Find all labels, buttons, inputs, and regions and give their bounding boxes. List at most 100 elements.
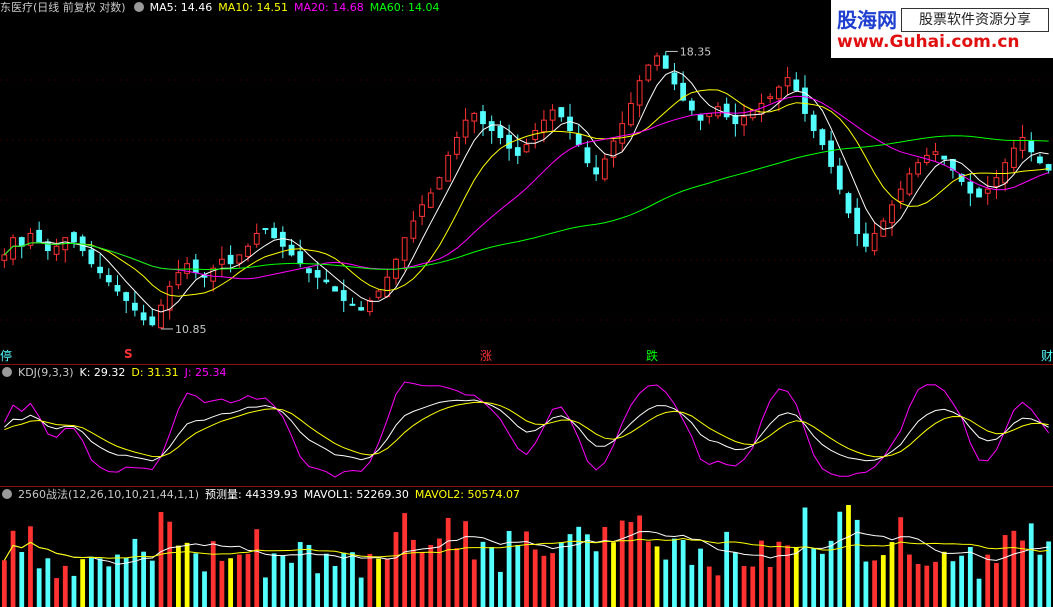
signal-down: 跌 <box>646 349 659 363</box>
volume-bar <box>985 554 991 607</box>
volume-bar <box>54 578 59 607</box>
logo-slogan: 股票软件资源分享 <box>901 8 1049 32</box>
candle-body <box>1002 162 1009 184</box>
kdj-k: K: 29.32 <box>79 366 126 379</box>
volume-bar <box>402 513 408 607</box>
candle-body <box>297 251 304 265</box>
volume-bar <box>263 577 268 607</box>
volume-bar <box>219 560 225 607</box>
ma20-label: MA20: 14.68 <box>294 1 364 14</box>
volume-bar <box>1002 535 1008 607</box>
volume-bar <box>254 529 260 607</box>
vol-forecast: 预测量: 44339.93 <box>205 488 298 501</box>
kdj-k-line <box>4 399 1049 462</box>
volume-bar <box>228 558 234 607</box>
candle-body <box>541 119 547 133</box>
candle-body <box>932 151 939 155</box>
volume-bar <box>698 548 703 607</box>
volume-bar <box>323 553 329 607</box>
volume-bar <box>167 521 173 607</box>
ma20-line <box>4 95 1049 280</box>
candle-body <box>662 55 669 69</box>
candle-body <box>810 114 817 132</box>
volume-bar <box>959 555 965 607</box>
chevron-down-icon[interactable] <box>2 367 12 377</box>
candle-body <box>558 107 565 118</box>
volume-bar <box>10 530 16 607</box>
candle-body <box>828 140 834 167</box>
volume-bar <box>976 578 982 607</box>
candle-body <box>532 130 539 140</box>
volume-bar <box>741 566 747 607</box>
vol-mavol1: MAVOL1: 52269.30 <box>303 488 409 501</box>
volume-bar <box>123 557 129 607</box>
volume-bar <box>567 534 573 607</box>
chevron-down-icon[interactable] <box>133 2 144 12</box>
volume-bar <box>19 551 25 607</box>
guhai-logo[interactable]: 股海网 股票软件资源分享 www.Guhai.com.cn <box>831 0 1053 58</box>
volume-bar <box>1037 554 1043 607</box>
candle-body <box>697 114 704 121</box>
candle-body <box>628 102 634 126</box>
volume-bar <box>454 548 460 607</box>
volume-bar <box>793 547 799 607</box>
main-chart-header: 东医疗(日线 前复权 对数) MA5: 14.46 MA10: 14.51 MA20:… <box>0 0 445 16</box>
volume-bar <box>576 526 582 607</box>
volume-bar <box>202 571 207 607</box>
volume-bar <box>158 511 164 607</box>
candle-body <box>306 268 312 274</box>
candle-body <box>71 232 77 243</box>
volume-bar <box>315 573 321 607</box>
candle-body <box>836 165 843 190</box>
volume-bar <box>306 544 312 607</box>
volume-bar <box>1020 540 1025 607</box>
candle-body <box>453 136 460 155</box>
candle-body <box>601 158 608 180</box>
volume-bar <box>1011 530 1017 607</box>
volume-bar <box>941 551 947 607</box>
volume-bar <box>289 562 294 607</box>
volume-bar <box>645 541 651 607</box>
kdj-name: KDJ(9,3,3) <box>18 366 74 379</box>
volume-bar <box>1046 541 1052 607</box>
volume-bar <box>863 561 869 607</box>
volume-bar <box>619 520 625 607</box>
ma5-label: MA5: 14.46 <box>149 1 213 14</box>
volume-bar <box>210 541 216 607</box>
candle-body <box>514 147 521 156</box>
volume-bar <box>28 526 33 607</box>
volume-bar <box>819 553 825 607</box>
volume-bar <box>297 542 303 607</box>
candle-body <box>732 114 739 125</box>
volume-bar <box>706 566 712 607</box>
candle-body <box>427 192 434 208</box>
candle-body <box>802 87 808 114</box>
kdj-d-line <box>4 401 1049 458</box>
candle-body <box>871 232 878 252</box>
volume-bar <box>602 526 608 607</box>
volume-bar <box>724 531 730 607</box>
volume-bar <box>541 555 547 607</box>
candle-body <box>149 316 156 326</box>
volume-bar <box>872 560 877 607</box>
volume-bar <box>393 532 399 607</box>
candle-body <box>419 204 425 217</box>
chevron-down-icon[interactable] <box>2 489 12 499</box>
volume-bar <box>497 571 503 607</box>
volume-bar <box>924 565 930 607</box>
ma10-line <box>4 89 1049 297</box>
low-price-label: 10.85 <box>175 323 207 336</box>
candle-body <box>253 232 260 245</box>
signal-up: 涨 <box>480 349 493 363</box>
volume-bar <box>280 555 286 607</box>
volume-bar <box>350 552 355 607</box>
candle-body <box>723 103 730 118</box>
volume-bar <box>889 542 895 607</box>
candle-body <box>793 79 800 91</box>
volume-bar <box>898 517 904 607</box>
volume-bar <box>654 546 660 607</box>
candle-body <box>175 272 182 286</box>
volume-bar <box>245 553 251 607</box>
candle-body <box>44 241 51 252</box>
candle-body <box>366 299 373 313</box>
